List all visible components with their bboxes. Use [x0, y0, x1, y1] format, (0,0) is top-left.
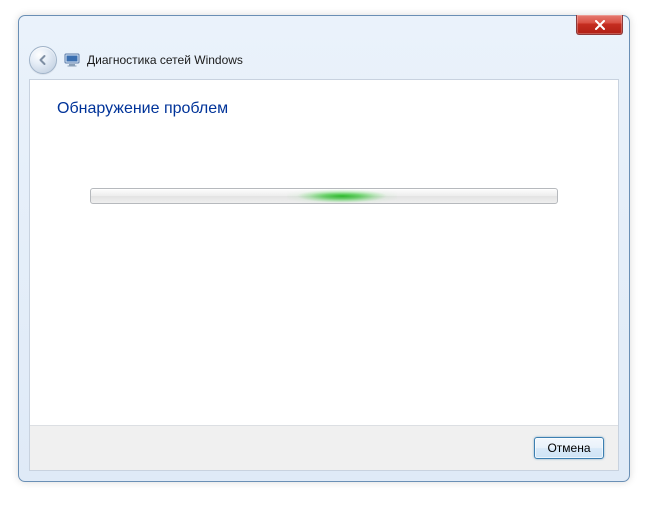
- back-button[interactable]: [29, 46, 57, 74]
- window-title: Диагностика сетей Windows: [87, 53, 243, 67]
- app-icon: [64, 52, 80, 68]
- progress-bar: [90, 188, 558, 204]
- close-button[interactable]: [576, 15, 623, 35]
- back-arrow-icon: [36, 53, 50, 67]
- page-heading: Обнаружение проблем: [57, 100, 228, 118]
- close-icon: [594, 20, 606, 30]
- titlebar: [19, 16, 629, 38]
- dialog-window: Диагностика сетей Windows Обнаружение пр…: [18, 15, 630, 482]
- progress-indicator: [287, 189, 397, 203]
- footer-bar: Отмена: [30, 425, 618, 470]
- monitor-icon: [64, 52, 80, 68]
- content-pane: Обнаружение проблем Отмена: [29, 79, 619, 471]
- cancel-button[interactable]: Отмена: [534, 437, 604, 459]
- header-row: Диагностика сетей Windows: [29, 46, 243, 74]
